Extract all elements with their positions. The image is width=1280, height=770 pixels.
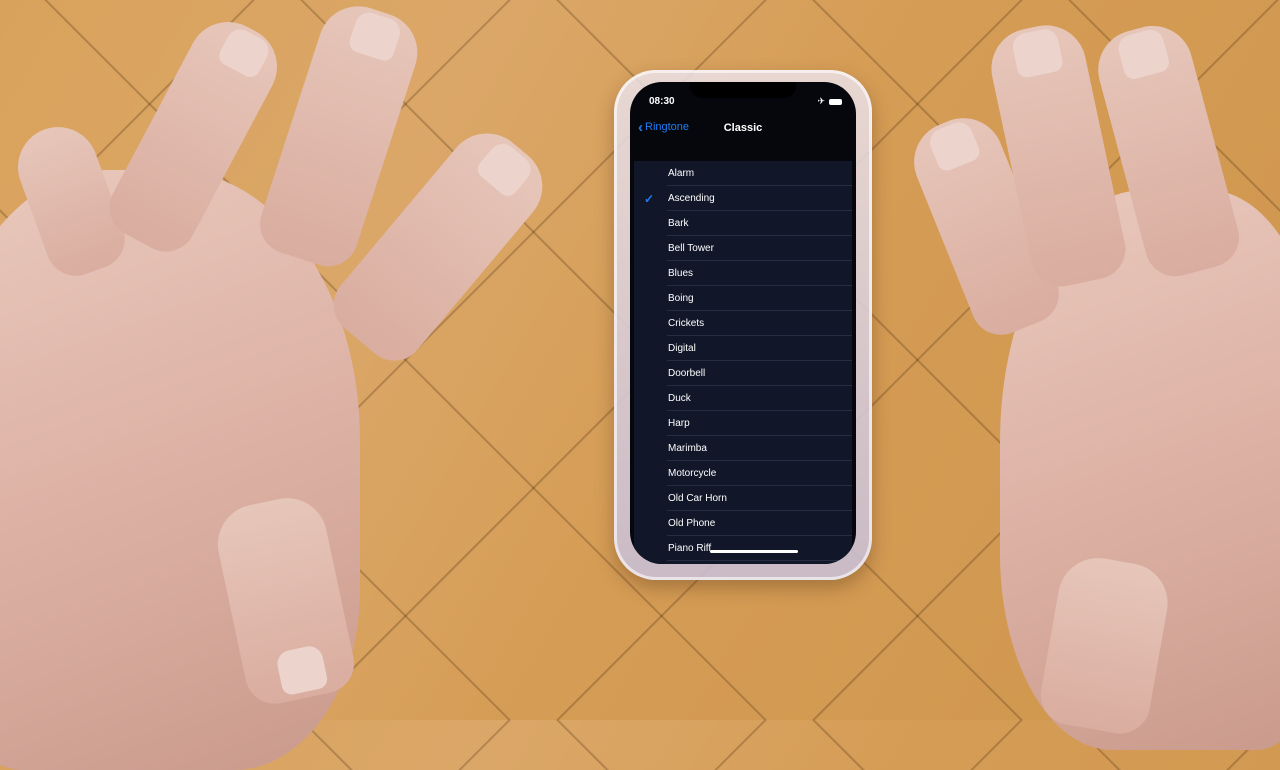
ringtone-label: Old Car Horn [668,493,727,504]
ringtone-label: Alarm [668,168,695,179]
ringtone-row[interactable]: Boing [634,286,852,311]
home-indicator[interactable] [710,550,798,553]
ringtone-label: Boing [668,293,694,304]
ringtone-row[interactable]: Piano Riff [634,536,852,561]
ringtone-label: Doorbell [668,368,706,379]
ringtone-row[interactable]: Digital [634,336,852,361]
battery-icon [829,98,842,105]
ringtone-row[interactable]: Duck [634,386,852,411]
ringtone-label: Bell Tower [668,243,714,254]
ringtone-row[interactable]: Alarm [634,161,852,186]
notch [690,82,796,98]
ringtone-label: Old Phone [668,518,716,529]
ringtone-label: Marimba [668,443,707,454]
page-title: Classic [723,122,763,134]
ringtone-row[interactable]: ✓ Ascending [634,186,852,211]
ringtone-list: Alarm ✓ Ascending Bark Bell Tower Blues Boing C… [634,161,852,564]
ringtone-label: Piano Riff [668,543,712,554]
checkmark-icon: ✓ [644,191,655,206]
ringtone-row[interactable]: Crickets [634,311,852,336]
airplane-mode-icon: ✈ [817,96,825,106]
ringtone-row[interactable]: Marimba [634,436,852,461]
iphone: 08:30 ✈ ‹ Ringtone Classic Alarm ✓ Ascendi… [614,70,872,580]
ringtone-label: Bark [668,218,689,229]
ringtone-label: Harp [668,418,690,429]
ringtone-label: Ascending [668,193,715,204]
ringtone-label: Duck [668,393,691,404]
status-icons: ✈ [817,97,842,106]
ringtone-label: Blues [668,268,694,279]
ringtone-row[interactable]: Blues [634,261,852,286]
ringtone-row[interactable]: Bark [634,211,852,236]
ringtone-row[interactable]: Doorbell [634,361,852,386]
ringtone-label: Digital [668,343,696,354]
ringtone-label: Motorcycle [668,468,717,479]
ringtone-row[interactable]: Bell Tower [634,236,852,261]
ringtone-row[interactable]: Harp [634,411,852,436]
ringtone-row[interactable]: Motorcycle [634,461,852,486]
status-time: 08:30 [649,96,675,107]
ringtone-row[interactable]: Old Car Horn [634,486,852,511]
ringtone-label: Crickets [668,318,705,329]
ringtone-row[interactable]: Old Phone [634,511,852,536]
phone-screen: 08:30 ✈ ‹ Ringtone Classic Alarm ✓ Ascendi… [630,82,856,564]
